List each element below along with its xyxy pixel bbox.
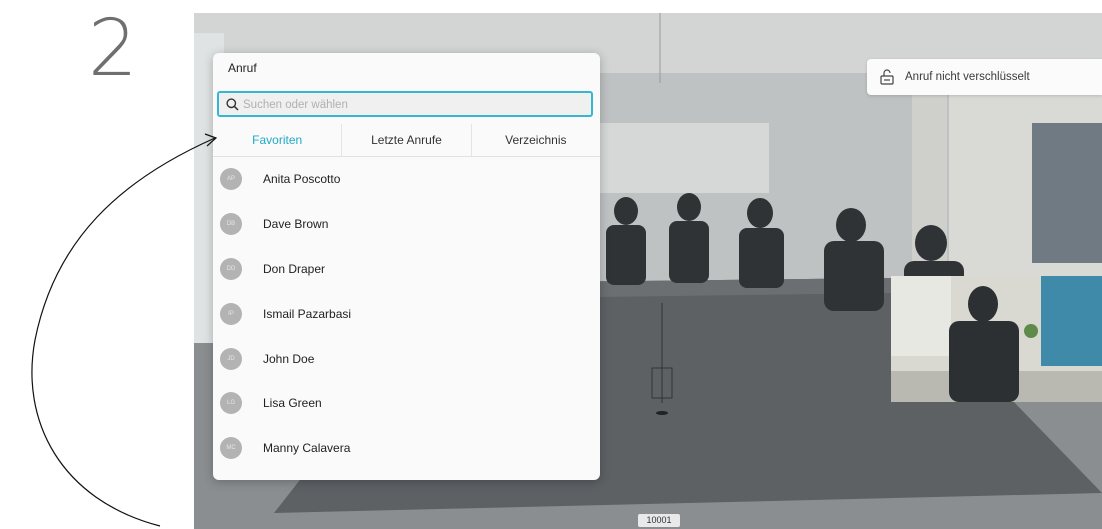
contact-tabs: Favoriten Letzte Anrufe Verzeichnis — [213, 124, 600, 157]
tab-letzte-anrufe[interactable]: Letzte Anrufe — [341, 124, 470, 156]
contact-name: Ismail Pazarbasi — [263, 306, 352, 321]
list-item[interactable]: LG Lisa Green — [213, 381, 600, 426]
contact-name: John Doe — [263, 351, 315, 366]
list-item[interactable]: IP Ismail Pazarbasi — [213, 291, 600, 336]
search-box[interactable] — [217, 91, 593, 117]
list-item[interactable]: MC Manny Calavera — [213, 426, 600, 471]
call-panel: Anruf Favoriten Letzte Anrufe Verzeichni… — [213, 53, 600, 480]
contact-name: Anita Poscotto — [263, 172, 341, 187]
self-view-video — [891, 276, 1102, 402]
panel-title: Anruf — [228, 61, 257, 75]
tab-verzeichnis[interactable]: Verzeichnis — [470, 124, 600, 156]
contact-name: Manny Calavera — [263, 441, 351, 456]
step-number: 2 — [88, 4, 138, 94]
avatar: MC — [220, 437, 242, 460]
encryption-status-badge: Anruf nicht verschlüsselt — [867, 59, 1102, 95]
avatar: DD — [220, 257, 242, 280]
search-icon — [226, 98, 239, 111]
contact-name: Don Draper — [263, 261, 326, 276]
avatar: LG — [220, 392, 242, 415]
contact-name: Dave Brown — [263, 217, 329, 232]
avatar: IP — [220, 302, 242, 325]
avatar: JD — [220, 347, 242, 370]
contact-name: Lisa Green — [263, 396, 322, 411]
list-item[interactable]: DD Don Draper — [213, 247, 600, 292]
contact-list: AP Anita Poscotto DB Dave Brown DD Don D… — [213, 157, 600, 471]
unlocked-padlock-icon — [880, 69, 894, 85]
encryption-status-text: Anruf nicht verschlüsselt — [905, 71, 1030, 83]
tab-favoriten[interactable]: Favoriten — [213, 124, 341, 156]
avatar: DB — [220, 213, 242, 236]
list-item[interactable]: JD John Doe — [213, 336, 600, 381]
avatar: AP — [220, 168, 242, 191]
list-item[interactable]: AP Anita Poscotto — [213, 157, 600, 202]
call-id-label: 10001 — [638, 514, 680, 527]
list-item[interactable]: DB Dave Brown — [213, 202, 600, 247]
search-input[interactable] — [241, 95, 585, 115]
